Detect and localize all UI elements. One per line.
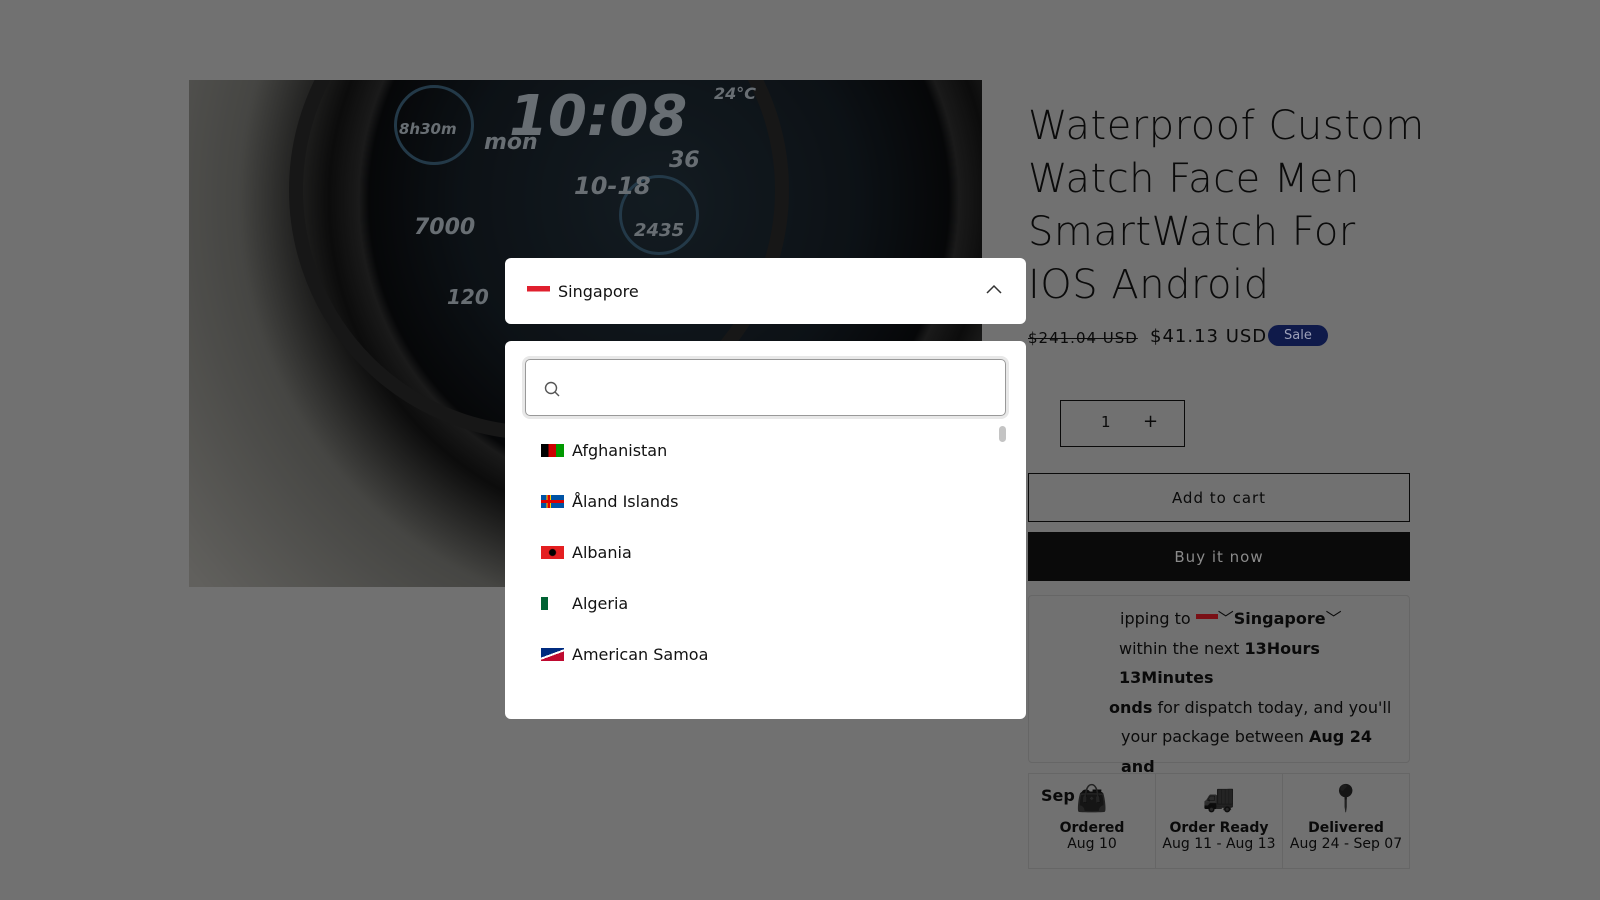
step-order-ready: 🚚 Order Ready Aug 11 - Aug 13 bbox=[1156, 774, 1283, 868]
step-name: Ordered bbox=[1059, 820, 1125, 836]
country-option[interactable]: American Samoa bbox=[541, 645, 708, 664]
shipping-text: for dispatch today, and you'll bbox=[1152, 697, 1392, 717]
shipping-country[interactable]: Singapore bbox=[1234, 609, 1326, 628]
map-pin-icon: 📍 bbox=[1329, 784, 1363, 814]
quantity-plus-button[interactable]: + bbox=[1143, 411, 1158, 432]
afghanistan-flag-icon bbox=[541, 444, 564, 457]
albania-flag-icon bbox=[541, 546, 564, 559]
chevron-down-icon[interactable]: ﹀ bbox=[1218, 609, 1234, 628]
buy-now-button[interactable]: Buy it now bbox=[1028, 532, 1410, 581]
add-to-cart-button[interactable]: Add to cart bbox=[1028, 473, 1410, 522]
option-label: American Samoa bbox=[572, 645, 709, 664]
shipping-text: your package between bbox=[1121, 727, 1309, 746]
step-delivered: 📍 Delivered Aug 24 - Sep 07 bbox=[1283, 774, 1409, 868]
delivery-timeline: 👜 Ordered Aug 10 🚚 Order Ready Aug 11 - Aug … bbox=[1028, 773, 1410, 869]
option-label: Afghanistan bbox=[572, 441, 668, 460]
american-samoa-flag-icon bbox=[541, 648, 564, 661]
watch-temp: 24°C bbox=[714, 84, 757, 103]
shipping-text: ipping to bbox=[1120, 609, 1191, 628]
step-ordered: 👜 Ordered Aug 10 bbox=[1029, 774, 1156, 868]
selected-country: Singapore bbox=[558, 281, 639, 301]
old-price: $241.04 USD bbox=[1028, 329, 1138, 347]
sale-badge: Sale bbox=[1268, 325, 1328, 346]
countdown: onds bbox=[1109, 697, 1153, 717]
country-option[interactable]: Afghanistan bbox=[541, 441, 667, 460]
delivery-truck-icon: 🚚 bbox=[1202, 784, 1236, 814]
singapore-flag-icon bbox=[1195, 614, 1218, 624]
country-search-input[interactable] bbox=[525, 359, 1006, 416]
chevron-up-icon[interactable] bbox=[986, 284, 1002, 294]
product-title: Waterproof Custom Watch Face Men SmartWa… bbox=[1028, 103, 1425, 308]
option-label: Åland Islands bbox=[572, 492, 679, 511]
watch-calories: 2435 bbox=[634, 220, 685, 241]
step-name: Order Ready bbox=[1169, 820, 1269, 836]
option-label: Albania bbox=[572, 543, 632, 562]
algeria-flag-icon bbox=[541, 597, 555, 610]
aland-flag-icon bbox=[541, 495, 564, 508]
country-option[interactable]: Albania bbox=[541, 543, 632, 562]
watch-day: mon bbox=[484, 130, 538, 155]
step-name: Delivered bbox=[1308, 820, 1384, 836]
quantity-value[interactable]: 1 bbox=[1101, 413, 1111, 431]
country-option[interactable]: Åland Islands bbox=[541, 492, 679, 511]
scrollbar-thumb[interactable] bbox=[999, 426, 1006, 442]
search-field[interactable] bbox=[570, 370, 995, 406]
sale-price: $41.13 USD bbox=[1150, 326, 1268, 347]
shipping-text: within the next bbox=[1119, 638, 1245, 658]
step-date: Aug 11 - Aug 13 bbox=[1162, 836, 1276, 852]
watch-seconds: 36 bbox=[669, 148, 700, 173]
option-label: Algeria bbox=[572, 594, 629, 613]
country-dropdown-list: Afghanistan Åland Islands Albania Algeri… bbox=[505, 341, 1026, 719]
watch-heart-rate: 120 bbox=[447, 285, 489, 309]
watch-steps: 7000 bbox=[414, 215, 476, 240]
watch-sleep: 8h30m bbox=[399, 120, 457, 138]
watch-date: 10-18 bbox=[574, 172, 651, 200]
quantity-stepper[interactable]: 1 + bbox=[1060, 400, 1185, 447]
shipping-info: ipping to ﹀Singapore﹀ within the next 13… bbox=[1028, 595, 1410, 805]
search-icon bbox=[544, 381, 560, 397]
country-option[interactable]: Algeria bbox=[541, 594, 628, 613]
country-select[interactable]: Singapore bbox=[505, 258, 1026, 324]
step-date: Aug 10 bbox=[1067, 836, 1117, 852]
step-date: Aug 24 - Sep 07 bbox=[1289, 836, 1403, 852]
singapore-flag-icon bbox=[527, 286, 550, 296]
shopping-bag-check-icon: 👜 bbox=[1075, 784, 1109, 814]
chevron-down-icon[interactable]: ﹀ bbox=[1326, 609, 1342, 628]
